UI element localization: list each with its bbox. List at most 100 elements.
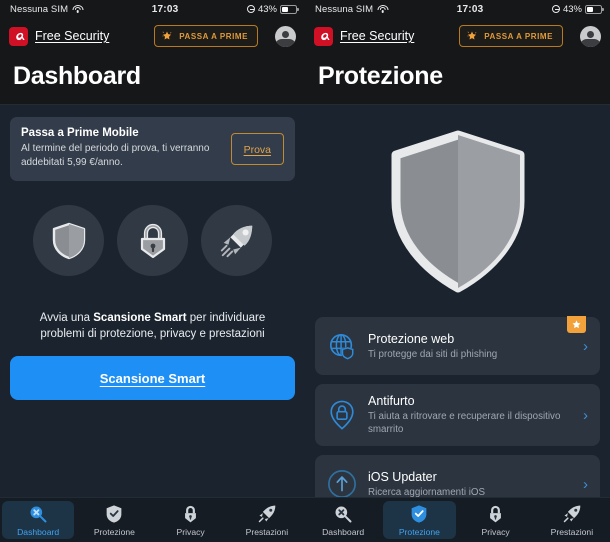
- battery-icon: [280, 4, 299, 14]
- row-title: Protezione web: [368, 331, 455, 346]
- smart-scan-label: Scansione Smart: [99, 370, 206, 386]
- promo-try-label: Prova: [243, 144, 271, 156]
- tab-dashboard[interactable]: Dashboard: [2, 501, 75, 539]
- lock-icon: [487, 504, 504, 525]
- tab-prestazioni-label: Prestazioni: [245, 526, 289, 537]
- shield-icon: [52, 222, 85, 259]
- protection-screen: Nessuna SIM 17:03 43% Free Security PASS…: [305, 0, 610, 542]
- app-root: Nessuna SIM 17:03 43% Free Security PASS…: [0, 0, 610, 542]
- feature-circles: [0, 205, 305, 276]
- tab-prestazioni[interactable]: Prestazioni: [536, 501, 608, 539]
- promo-card: Passa a Prime Mobile Al termine del peri…: [10, 117, 295, 181]
- shield-check-icon: [410, 504, 428, 525]
- carrier-label: Nessuna SIM: [10, 3, 69, 15]
- prime-upgrade-label: PASSA A PRIME: [484, 31, 553, 41]
- row-title: iOS Updater: [368, 469, 437, 484]
- tab-privacy[interactable]: Privacy: [155, 501, 227, 539]
- row-text: iOS Updater Ricerca aggiornamenti iOS: [368, 470, 572, 499]
- tab-protezione[interactable]: Protezione: [383, 501, 456, 539]
- row-title: Antifurto: [368, 394, 415, 408]
- shield-check-icon: [105, 504, 123, 525]
- chevron-right-icon: ›: [583, 475, 588, 493]
- brand-name: Free Security: [340, 29, 415, 43]
- feature-circle-protection[interactable]: [33, 205, 104, 276]
- prime-star-badge: [567, 316, 586, 333]
- antitheft-pin-icon: [327, 400, 357, 430]
- avira-logo-icon: [314, 26, 333, 46]
- promo-text: Passa a Prime Mobile Al termine del peri…: [21, 127, 223, 170]
- tab-dashboard-label: Dashboard: [322, 526, 365, 537]
- globe-shield-icon: [327, 332, 357, 360]
- app-bar: Free Security PASSA A PRIME: [0, 18, 305, 54]
- scan-description: Avvia una Scansione Smart per individuar…: [18, 310, 287, 342]
- page-title: Dashboard: [13, 62, 141, 90]
- page-title: Protezione: [318, 62, 443, 90]
- status-bar: Nessuna SIM 17:03 43%: [305, 0, 610, 18]
- status-bar-right: 43%: [551, 3, 604, 15]
- rocket-icon: [562, 504, 582, 525]
- smart-scan-button[interactable]: Scansione Smart: [10, 356, 295, 400]
- tab-privacy-label: Privacy: [481, 526, 510, 537]
- status-bar-left: Nessuna SIM: [10, 3, 84, 15]
- prime-upgrade-button[interactable]: PASSA A PRIME: [154, 25, 258, 47]
- tab-dashboard-label: Dashboard: [17, 526, 60, 537]
- clock-label: 17:03: [456, 3, 484, 15]
- wifi-icon: [72, 4, 84, 14]
- brand-name: Free Security: [35, 29, 110, 43]
- row-protezione-web[interactable]: Protezione web Ti protegge dai siti di p…: [315, 316, 600, 375]
- tab-dashboard[interactable]: Dashboard: [307, 501, 379, 539]
- feature-circle-performance[interactable]: [201, 205, 272, 276]
- chevron-right-icon: ›: [583, 337, 588, 355]
- page-title-bar: Protezione: [305, 54, 610, 105]
- brand: Free Security: [314, 26, 415, 46]
- battery-percent-label: 43%: [562, 3, 582, 15]
- status-bar-left: Nessuna SIM: [315, 3, 389, 15]
- brand: Free Security: [9, 26, 110, 46]
- star-burst-icon: [467, 31, 477, 40]
- promo-subtitle: Al termine del periodo di prova, ti verr…: [21, 143, 210, 168]
- row-text: Antifurto Ti aiuta a ritrovare e recuper…: [368, 394, 572, 436]
- tab-privacy[interactable]: Privacy: [460, 501, 532, 539]
- dashboard-scan-icon: [28, 504, 48, 525]
- row-subtitle: Ti aiuta a ritrovare e recuperare il dis…: [368, 411, 561, 435]
- location-arrow-icon: [246, 5, 255, 13]
- account-avatar-icon[interactable]: [275, 25, 296, 47]
- prime-upgrade-button[interactable]: PASSA A PRIME: [459, 25, 563, 47]
- tab-protezione-label: Protezione: [398, 526, 440, 537]
- updater-arrow-icon: [327, 469, 357, 499]
- protection-status-hero: [305, 105, 610, 317]
- status-bar-right: 43%: [246, 3, 299, 15]
- tab-bar-right: Dashboard Protezione Privacy Prestazioni: [305, 497, 610, 542]
- tab-bar-left: Dashboard Protezione Privacy Prestazioni: [0, 497, 305, 542]
- chevron-right-icon: ›: [583, 406, 588, 424]
- star-burst-icon: [162, 31, 172, 40]
- battery-percent-label: 43%: [257, 3, 277, 15]
- tab-protezione-label: Protezione: [93, 526, 135, 537]
- promo-try-button[interactable]: Prova: [230, 133, 284, 165]
- lock-icon: [182, 504, 199, 525]
- promo-title: Passa a Prime Mobile: [21, 127, 139, 139]
- app-bar: Free Security PASSA A PRIME: [305, 18, 610, 54]
- avira-logo-icon: [9, 26, 28, 46]
- row-antifurto[interactable]: Antifurto Ti aiuta a ritrovare e recuper…: [315, 384, 600, 446]
- wifi-icon: [377, 4, 389, 14]
- rocket-icon: [220, 225, 252, 257]
- tab-protezione[interactable]: Protezione: [78, 501, 150, 539]
- clock-label: 17:03: [151, 3, 179, 15]
- tab-prestazioni[interactable]: Prestazioni: [231, 501, 303, 539]
- feature-circle-privacy[interactable]: [117, 205, 188, 276]
- rocket-icon: [257, 504, 277, 525]
- carrier-label: Nessuna SIM: [315, 3, 374, 15]
- prime-upgrade-label: PASSA A PRIME: [179, 31, 248, 41]
- status-bar: Nessuna SIM 17:03 43%: [0, 0, 305, 18]
- battery-icon: [585, 4, 604, 14]
- lock-icon: [140, 223, 165, 258]
- page-title-bar: Dashboard: [0, 54, 305, 105]
- dashboard-screen: Nessuna SIM 17:03 43% Free Security PASS…: [0, 0, 305, 542]
- dashboard-scan-icon: [333, 504, 353, 525]
- row-text: Protezione web Ti protegge dai siti di p…: [368, 332, 572, 361]
- shield-icon: [391, 130, 524, 292]
- tab-privacy-label: Privacy: [176, 526, 205, 537]
- location-arrow-icon: [551, 5, 560, 13]
- account-avatar-icon[interactable]: [580, 25, 601, 47]
